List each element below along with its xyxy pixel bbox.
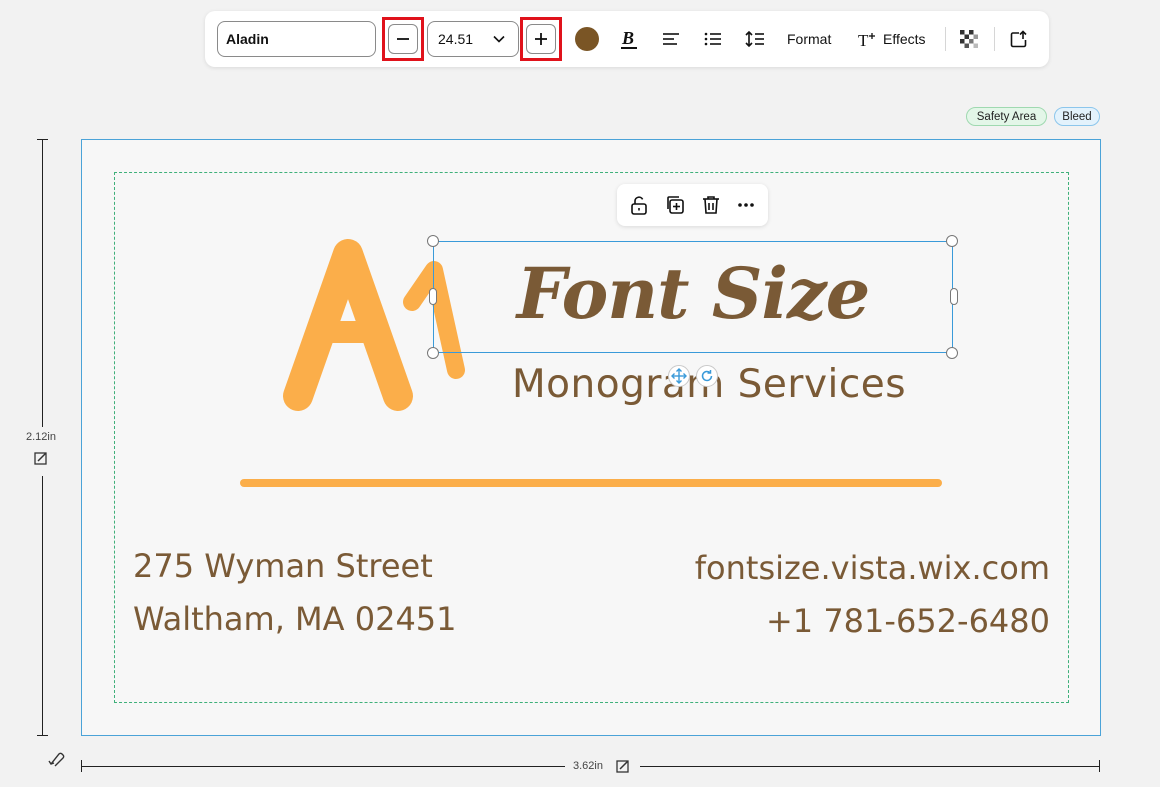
address-line-1[interactable]: 275 Wyman Street <box>133 547 433 585</box>
website-text[interactable]: fontsize.vista.wix.com <box>695 549 1050 587</box>
text-align-button[interactable] <box>657 25 685 53</box>
bold-button[interactable]: B <box>615 25 643 53</box>
svg-text:B: B <box>621 28 634 48</box>
more-icon <box>738 203 754 207</box>
font-size-value: 24.51 <box>438 31 474 47</box>
line-spacing-button[interactable] <box>741 25 769 53</box>
address-line-2[interactable]: Waltham, MA 02451 <box>133 600 457 638</box>
font-family-value: Aladin <box>226 31 269 47</box>
effects-label: Effects <box>883 31 926 47</box>
decrease-font-size-button[interactable] <box>382 17 424 61</box>
move-icon <box>671 368 687 384</box>
increase-font-size-button[interactable] <box>520 17 562 61</box>
width-dimension-label: 3.62in <box>573 760 603 772</box>
selection-box <box>433 241 953 353</box>
font-size-dropdown[interactable]: 24.51 <box>427 21 519 57</box>
ruler-tick <box>37 735 48 736</box>
ruler-tick <box>1099 760 1100 772</box>
minus-icon <box>397 38 409 40</box>
safety-area-label: Safety Area <box>976 110 1037 123</box>
bleed-badge[interactable]: Bleed <box>1054 107 1100 126</box>
align-left-icon <box>663 33 679 45</box>
text-effects-icon: T <box>858 31 875 48</box>
list-button[interactable] <box>699 25 727 53</box>
transparency-button[interactable] <box>955 25 983 53</box>
width-ruler-line <box>640 766 1100 767</box>
resize-handle-right[interactable] <box>950 288 958 305</box>
element-context-toolbar <box>617 184 768 226</box>
lock-button[interactable] <box>627 193 651 217</box>
delete-button[interactable] <box>699 193 723 217</box>
width-ruler-line <box>81 766 565 767</box>
format-button[interactable]: Format <box>781 25 837 53</box>
height-ruler-line <box>42 139 43 427</box>
svg-text:T: T <box>858 31 869 48</box>
plus-icon <box>535 33 547 45</box>
trash-icon <box>703 196 719 214</box>
phone-text[interactable]: +1 781-652-6480 <box>766 602 1050 640</box>
move-handle[interactable] <box>668 365 690 387</box>
rotate-icon <box>701 370 713 382</box>
more-options-button[interactable] <box>734 193 758 217</box>
resize-handle-top-left[interactable] <box>427 235 439 247</box>
chevron-down-icon <box>493 35 505 43</box>
duplicate-button[interactable] <box>663 193 687 217</box>
rotate-handle[interactable] <box>696 365 718 387</box>
edit-dimension-icon[interactable] <box>34 451 48 465</box>
font-family-dropdown[interactable]: Aladin <box>217 21 376 57</box>
share-button[interactable] <box>1005 25 1033 53</box>
share-icon <box>1010 30 1027 48</box>
text-toolbar: Aladin 24.51 B Format T Effects <box>205 11 1049 67</box>
resize-handle-top-right[interactable] <box>946 235 958 247</box>
list-icon <box>704 32 721 46</box>
height-ruler-line <box>42 476 43 735</box>
accent-divider-line[interactable] <box>240 479 942 487</box>
text-color-swatch[interactable] <box>575 27 599 51</box>
format-label: Format <box>787 31 832 47</box>
edit-dimension-icon[interactable] <box>616 759 630 773</box>
resize-handle-bottom-left[interactable] <box>427 347 439 359</box>
effects-button[interactable]: T Effects <box>853 25 930 53</box>
resize-handle-left[interactable] <box>429 288 437 305</box>
toolbar-divider <box>994 27 995 51</box>
bleed-label: Bleed <box>1062 110 1092 123</box>
safety-area-badge[interactable]: Safety Area <box>966 107 1047 126</box>
unlock-icon <box>631 196 647 215</box>
duplicate-icon <box>667 196 684 214</box>
height-dimension-label: 2.12in <box>26 431 56 443</box>
resize-handle-bottom-right[interactable] <box>946 347 958 359</box>
rotate-canvas-icon[interactable] <box>47 750 67 768</box>
toolbar-divider <box>945 27 946 51</box>
bold-icon: B <box>621 28 637 49</box>
transparency-icon <box>960 30 978 48</box>
line-spacing-icon <box>745 30 764 48</box>
